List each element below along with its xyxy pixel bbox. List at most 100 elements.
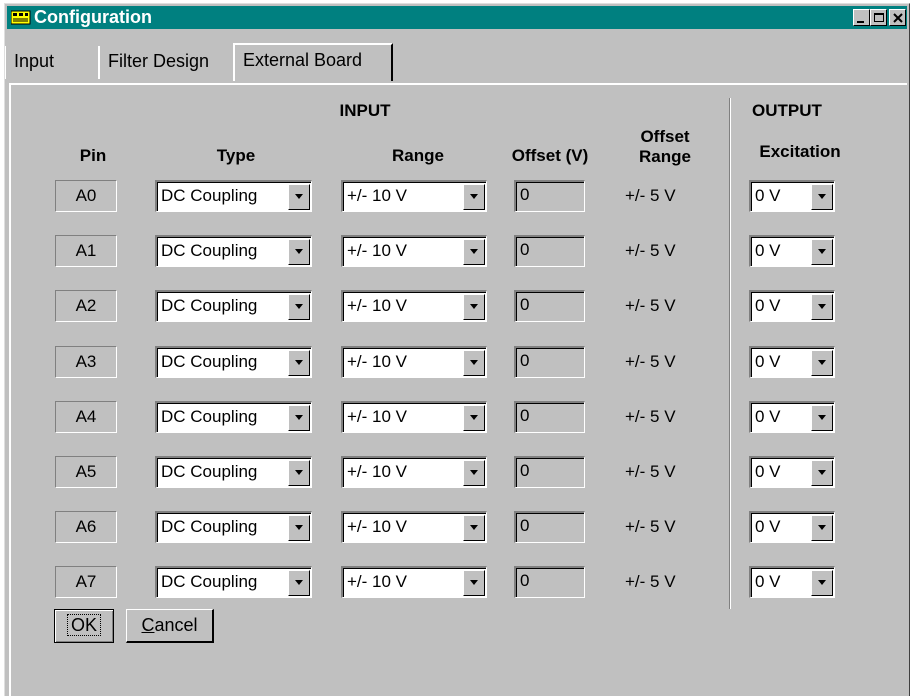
offset-range-value: +/- 5 V bbox=[625, 186, 676, 205]
range-select[interactable]: +/- 10 V bbox=[341, 456, 487, 488]
title-bar[interactable]: Configuration bbox=[7, 6, 907, 29]
cancel-button-label: Cancel bbox=[141, 615, 198, 635]
chevron-down-icon bbox=[818, 249, 826, 254]
type-dropdown-button[interactable] bbox=[288, 570, 310, 596]
offset-column-header: Offset (V) bbox=[511, 146, 589, 165]
range-dropdown-button[interactable] bbox=[463, 239, 485, 265]
excitation-dropdown-button[interactable] bbox=[811, 515, 833, 541]
range-dropdown-button[interactable] bbox=[463, 294, 485, 320]
range-select[interactable]: +/- 10 V bbox=[341, 290, 487, 322]
excitation-select-value: 0 V bbox=[755, 241, 781, 260]
type-select[interactable]: DC Coupling bbox=[155, 456, 312, 488]
tab-external-board[interactable]: External Board bbox=[233, 43, 393, 81]
excitation-select[interactable]: 0 V bbox=[749, 566, 835, 598]
range-select[interactable]: +/- 10 V bbox=[341, 566, 487, 598]
range-dropdown-button[interactable] bbox=[463, 350, 485, 376]
offset-input[interactable]: 0 bbox=[514, 290, 585, 322]
excitation-select[interactable]: 0 V bbox=[749, 180, 835, 212]
excitation-dropdown-button[interactable] bbox=[811, 570, 833, 596]
range-dropdown-button[interactable] bbox=[463, 570, 485, 596]
offset-input[interactable]: 0 bbox=[514, 235, 585, 267]
range-dropdown-button[interactable] bbox=[463, 184, 485, 210]
type-dropdown-button[interactable] bbox=[288, 239, 310, 265]
range-select-value: +/- 10 V bbox=[347, 462, 408, 481]
range-dropdown-button[interactable] bbox=[463, 460, 485, 486]
type-dropdown-button[interactable] bbox=[288, 294, 310, 320]
excitation-select[interactable]: 0 V bbox=[749, 456, 835, 488]
range-select[interactable]: +/- 10 V bbox=[341, 180, 487, 212]
excitation-select[interactable]: 0 V bbox=[749, 290, 835, 322]
offset-input[interactable]: 0 bbox=[514, 456, 585, 488]
type-select[interactable]: DC Coupling bbox=[155, 346, 312, 378]
type-select[interactable]: DC Coupling bbox=[155, 511, 312, 543]
type-select-value: DC Coupling bbox=[161, 572, 258, 591]
type-select[interactable]: DC Coupling bbox=[155, 180, 312, 212]
excitation-select[interactable]: 0 V bbox=[749, 511, 835, 543]
range-select[interactable]: +/- 10 V bbox=[341, 346, 487, 378]
excitation-dropdown-button[interactable] bbox=[811, 239, 833, 265]
type-dropdown-button[interactable] bbox=[288, 350, 310, 376]
tab-external-board-label: External Board bbox=[243, 50, 363, 70]
excitation-select-value: 0 V bbox=[755, 352, 781, 371]
close-button[interactable] bbox=[889, 9, 906, 26]
range-select[interactable]: +/- 10 V bbox=[341, 235, 487, 267]
excitation-select[interactable]: 0 V bbox=[749, 235, 835, 267]
range-select[interactable]: +/- 10 V bbox=[341, 511, 487, 543]
cancel-button[interactable]: Cancel bbox=[126, 609, 214, 643]
close-icon bbox=[893, 13, 903, 23]
excitation-select[interactable]: 0 V bbox=[749, 401, 835, 433]
chevron-down-icon bbox=[818, 415, 826, 420]
excitation-dropdown-button[interactable] bbox=[811, 405, 833, 431]
chevron-down-icon bbox=[818, 525, 826, 530]
offset-input[interactable]: 0 bbox=[514, 346, 585, 378]
pin-label: A7 bbox=[55, 566, 117, 598]
offset-range-header-line1: Offset bbox=[640, 127, 690, 146]
tab-filter-design-label: Filter Design bbox=[108, 51, 210, 71]
maximize-button[interactable] bbox=[870, 9, 887, 26]
offset-range-header-line2: Range bbox=[639, 147, 691, 166]
excitation-select[interactable]: 0 V bbox=[749, 346, 835, 378]
input-group-header: INPUT bbox=[339, 101, 391, 120]
excitation-dropdown-button[interactable] bbox=[811, 460, 833, 486]
chevron-down-icon bbox=[295, 580, 303, 585]
tab-input[interactable]: Input bbox=[5, 46, 98, 79]
ok-button[interactable]: OK bbox=[54, 609, 114, 643]
type-dropdown-button[interactable] bbox=[288, 184, 310, 210]
group-divider bbox=[729, 98, 731, 609]
range-select[interactable]: +/- 10 V bbox=[341, 401, 487, 433]
minimize-button[interactable] bbox=[853, 9, 870, 26]
type-select-value: DC Coupling bbox=[161, 407, 258, 426]
type-dropdown-button[interactable] bbox=[288, 460, 310, 486]
type-dropdown-button[interactable] bbox=[288, 515, 310, 541]
chevron-down-icon bbox=[295, 470, 303, 475]
type-select[interactable]: DC Coupling bbox=[155, 566, 312, 598]
excitation-dropdown-button[interactable] bbox=[811, 294, 833, 320]
type-column-header: Type bbox=[216, 146, 256, 165]
range-select-value: +/- 10 V bbox=[347, 296, 408, 315]
pin-label: A0 bbox=[55, 180, 117, 212]
type-select[interactable]: DC Coupling bbox=[155, 235, 312, 267]
range-dropdown-button[interactable] bbox=[463, 405, 485, 431]
chevron-down-icon bbox=[818, 470, 826, 475]
chevron-down-icon bbox=[295, 525, 303, 530]
offset-input[interactable]: 0 bbox=[514, 401, 585, 433]
type-dropdown-button[interactable] bbox=[288, 405, 310, 431]
range-dropdown-button[interactable] bbox=[463, 515, 485, 541]
chevron-down-icon bbox=[295, 304, 303, 309]
type-select[interactable]: DC Coupling bbox=[155, 290, 312, 322]
pin-label: A3 bbox=[55, 346, 117, 378]
pin-label: A2 bbox=[55, 290, 117, 322]
range-select-value: +/- 10 V bbox=[347, 241, 408, 260]
chevron-down-icon bbox=[470, 415, 478, 420]
offset-input[interactable]: 0 bbox=[514, 180, 585, 212]
excitation-dropdown-button[interactable] bbox=[811, 350, 833, 376]
chevron-down-icon bbox=[818, 304, 826, 309]
offset-input[interactable]: 0 bbox=[514, 566, 585, 598]
excitation-select-value: 0 V bbox=[755, 462, 781, 481]
excitation-dropdown-button[interactable] bbox=[811, 184, 833, 210]
tab-filter-design[interactable]: Filter Design bbox=[98, 46, 233, 79]
offset-input[interactable]: 0 bbox=[514, 511, 585, 543]
type-select[interactable]: DC Coupling bbox=[155, 401, 312, 433]
type-select-value: DC Coupling bbox=[161, 352, 258, 371]
chevron-down-icon bbox=[818, 194, 826, 199]
